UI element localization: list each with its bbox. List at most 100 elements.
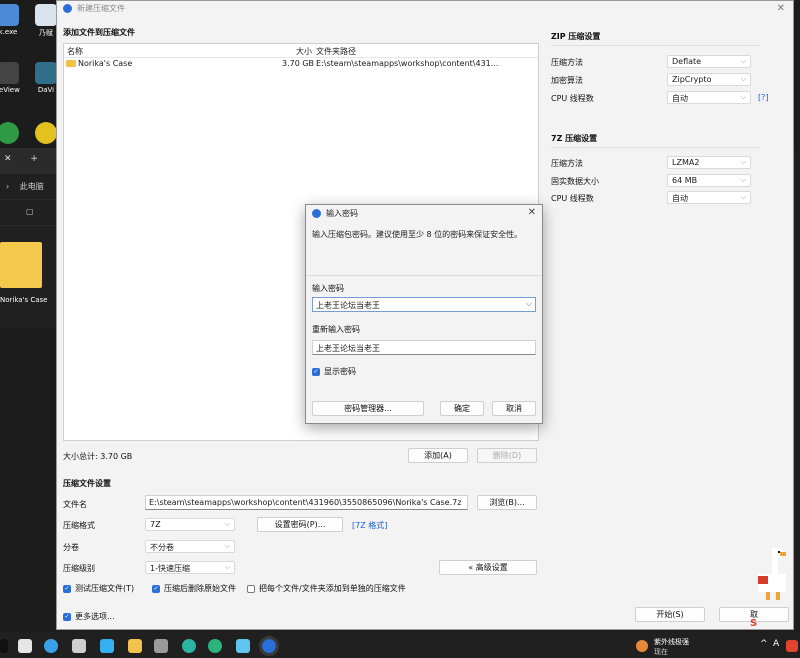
task-view-icon[interactable]: [18, 639, 32, 653]
delete-source-checkbox[interactable]: ✓ 压缩后删除原始文件: [152, 583, 236, 594]
tray-icon-s[interactable]: S: [750, 618, 757, 629]
compressor-icon[interactable]: [259, 636, 279, 656]
checkbox-label: 把每个文件/文件夹添加到单独的压缩文件: [259, 584, 406, 593]
app-icon: [0, 62, 19, 84]
davinci-icon: [35, 62, 57, 84]
filename-field[interactable]: E:\steam\steamapps\workshop\content\4319…: [145, 495, 468, 510]
zip-threads-select[interactable]: 自动 ⌵: [667, 91, 751, 104]
qq-icon[interactable]: [100, 639, 114, 653]
zip-method-value: Deflate: [672, 57, 702, 66]
password-manager-button[interactable]: 密码管理器...: [312, 401, 424, 416]
zip-method-select[interactable]: Deflate ⌵: [667, 55, 751, 68]
settings-title: 压缩文件设置: [63, 479, 111, 488]
checkbox-label: 显示密码: [324, 367, 356, 376]
dialog-title: 输入密码: [326, 208, 358, 218]
add-button[interactable]: 添加(A): [408, 448, 468, 463]
column-path[interactable]: 文件夹路径: [316, 46, 356, 57]
zip-settings-title: ZIP 压缩设置: [551, 32, 601, 41]
dialog-title-bar: 输入密码: [306, 205, 542, 221]
level-select[interactable]: 1-快速压缩 ⌵: [145, 561, 235, 574]
chevron-down-icon: ⌵: [224, 520, 230, 528]
sevenz-block-select[interactable]: 64 MB ⌵: [667, 174, 751, 187]
zip-method-label: 压缩方法: [551, 58, 583, 67]
film-icon[interactable]: [154, 639, 168, 653]
sogou-icon[interactable]: [786, 640, 798, 652]
sevenz-block-value: 64 MB: [672, 176, 698, 185]
sevenz-threads-select[interactable]: 自动 ⌵: [667, 191, 751, 204]
goose-mascot[interactable]: [752, 546, 792, 604]
format-value: 7Z: [150, 520, 161, 529]
new-tab-button[interactable]: +: [30, 154, 38, 164]
format-link[interactable]: [7Z 格式]: [352, 520, 387, 531]
sevenz-threads-label: CPU 线程数: [551, 194, 594, 203]
dialog-hint: 输入压缩包密码。建议使用至少 8 位的密码来保证安全性。: [312, 230, 523, 239]
browser-icon[interactable]: [44, 639, 58, 653]
zip-threads-value: 自动: [672, 94, 688, 103]
divider: [551, 45, 759, 46]
file-name-text: Norika's Case: [78, 59, 133, 68]
format-select[interactable]: 7Z ⌵: [145, 518, 235, 531]
chevron-down-icon: ⌵: [224, 542, 230, 550]
explorer-address[interactable]: › 此电脑: [0, 174, 56, 200]
advanced-settings-button[interactable]: « 高级设置: [439, 560, 537, 575]
bilibili-icon[interactable]: [236, 639, 250, 653]
close-icon[interactable]: ✕: [777, 3, 785, 14]
start-button[interactable]: 开始(S): [635, 607, 705, 622]
column-name[interactable]: 名称: [67, 46, 83, 57]
level-label: 压缩级别: [63, 564, 95, 573]
password-label: 输入密码: [312, 284, 344, 293]
browse-button[interactable]: 浏览(B)...: [477, 495, 537, 510]
ime-indicator[interactable]: A: [773, 639, 779, 649]
more-options-checkbox[interactable]: ✓ 更多选项...: [63, 611, 115, 622]
app-icon: [312, 208, 321, 218]
chevron-down-icon: ⌵: [740, 176, 746, 184]
chevron-up-icon[interactable]: ^: [760, 639, 768, 649]
app-icon: [0, 4, 19, 26]
close-icon[interactable]: ✕: [528, 207, 536, 218]
divider: [306, 275, 542, 276]
keyboard-icon[interactable]: [72, 639, 86, 653]
set-password-button[interactable]: 设置密码(P)...: [257, 517, 343, 532]
file-row[interactable]: Norika's Case 3.70 GB E:\steam\steamapps…: [64, 58, 538, 70]
weather-title[interactable]: 紫外线极强: [654, 637, 689, 647]
edge-icon[interactable]: [182, 639, 196, 653]
ok-button[interactable]: 确定: [440, 401, 484, 416]
globe-icon: [0, 122, 19, 144]
column-size[interactable]: 大小: [296, 46, 312, 57]
app-icon: [63, 4, 72, 13]
weather-sub: 现在: [654, 648, 668, 656]
checkbox-label: 测试压缩文件(T): [75, 584, 135, 593]
remove-button[interactable]: 删除(D): [477, 448, 537, 463]
plus-icon: [35, 122, 57, 144]
zip-encryption-select[interactable]: ZipCrypto ⌵: [667, 73, 751, 86]
taskbar: 紫外线极强 现在 S ^ A: [0, 618, 800, 658]
chevron-down-icon[interactable]: ⌵: [526, 299, 532, 309]
sevenz-block-label: 固实数据大小: [551, 177, 599, 186]
test-archive-checkbox[interactable]: ✓ 测试压缩文件(T): [63, 583, 134, 594]
folder-icon[interactable]: [0, 242, 42, 288]
checkbox-checked-icon: ✓: [152, 584, 160, 593]
password-field[interactable]: 上老王论坛当老王 ⌵: [312, 297, 536, 312]
copy-icon[interactable]: ▢: [26, 207, 34, 216]
confirm-password-field[interactable]: 上老王论坛当老王: [312, 340, 536, 355]
sevenz-method-value: LZMA2: [672, 158, 700, 167]
edge-icon[interactable]: [208, 639, 222, 653]
sevenz-method-select[interactable]: LZMA2 ⌵: [667, 156, 751, 169]
split-select[interactable]: 不分卷 ⌵: [145, 540, 235, 553]
chevron-down-icon: ⌵: [740, 193, 746, 201]
help-link[interactable]: [?]: [758, 93, 769, 102]
file-explorer-icon[interactable]: [128, 639, 142, 653]
weather-icon[interactable]: [636, 640, 648, 652]
chevron-down-icon: ⌵: [740, 75, 746, 83]
close-icon[interactable]: ✕: [4, 154, 12, 164]
file-name: Norika's Case: [66, 59, 132, 68]
cancel-button[interactable]: 取消: [492, 401, 536, 416]
app-icon: [35, 4, 57, 26]
show-password-checkbox[interactable]: ✓ 显示密码: [312, 366, 356, 377]
add-files-title: 添加文件到压缩文件: [63, 28, 135, 37]
zip-encryption-label: 加密算法: [551, 76, 583, 85]
chevron-down-icon: ⌵: [740, 93, 746, 101]
separate-archives-checkbox[interactable]: 把每个文件/文件夹添加到单独的压缩文件: [247, 583, 406, 594]
windows-start-icon[interactable]: [0, 639, 8, 653]
sevenz-threads-value: 自动: [672, 194, 688, 203]
